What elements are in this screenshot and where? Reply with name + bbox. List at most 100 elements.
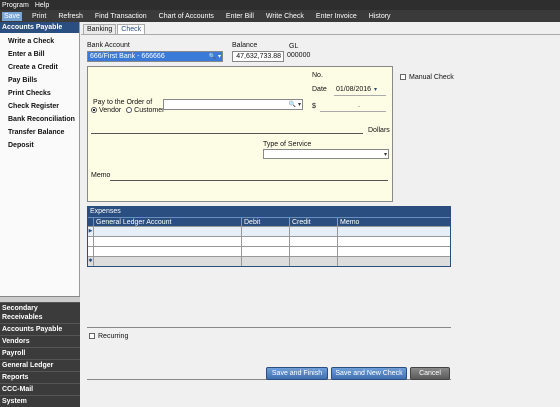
category-secondary-receivables[interactable]: Secondary Receivables [0, 302, 80, 323]
recurring-checkbox[interactable] [89, 333, 95, 340]
cell-gl-account[interactable] [94, 257, 242, 266]
recurring-label: Recurring [98, 333, 129, 340]
col-credit[interactable]: Credit [290, 218, 338, 226]
sidebar-item-transfer-balance[interactable]: Transfer Balance [0, 126, 79, 139]
category-payroll[interactable]: Payroll [0, 347, 80, 359]
save-and-finish-button[interactable]: Save and Finish [266, 367, 328, 380]
toolbar-find-transaction-button[interactable]: Find Transaction [93, 12, 149, 21]
date-underline [334, 95, 386, 96]
toolbar-save-button[interactable]: Save [2, 11, 22, 21]
sidebar-item-enter-bill[interactable]: Enter a Bill [0, 48, 79, 61]
category-general-ledger[interactable]: General Ledger [0, 359, 80, 371]
bank-account-select[interactable]: 666/First Bank - 666666 🔍 ▾ [87, 51, 223, 62]
cell-credit[interactable] [290, 237, 338, 246]
balance-label: Balance [232, 42, 258, 49]
expenses-grid: Expenses General Ledger Account Debit Cr… [87, 206, 451, 267]
manual-check-toggle[interactable]: Manual Check [400, 74, 454, 81]
amount-decimal: . [358, 102, 360, 109]
cell-memo[interactable] [338, 237, 450, 246]
category-accounts-payable[interactable]: Accounts Payable [0, 323, 80, 335]
payee-type-radios: Vendor Customer [91, 107, 164, 114]
recurring-toggle[interactable]: Recurring [89, 333, 128, 340]
sidebar-item-write-check[interactable]: Write a Check [0, 35, 79, 48]
bank-account-value: 666/First Bank - 666666 [90, 53, 165, 60]
toolbar-refresh-button[interactable]: Refresh [56, 12, 85, 21]
table-row[interactable] [88, 236, 450, 246]
cell-credit[interactable] [290, 257, 338, 266]
date-value[interactable]: 01/08/2016 [336, 86, 371, 93]
toolbar: Save Print Refresh Find Transaction Char… [0, 10, 560, 22]
toolbar-print-button[interactable]: Print [30, 12, 48, 21]
sidebar-header: Accounts Payable [0, 22, 79, 33]
balance-field: 47,632,733.88 [232, 51, 284, 62]
menu-program[interactable]: Program [2, 2, 29, 9]
table-row-new[interactable]: ✱ [88, 256, 450, 266]
category-ccc-mail[interactable]: CCC-Mail [0, 383, 80, 395]
vendor-radio[interactable] [91, 107, 97, 114]
date-dropdown-icon[interactable]: ▾ [374, 86, 377, 93]
cancel-button[interactable]: Cancel [410, 367, 450, 380]
toolbar-write-check-button[interactable]: Write Check [264, 12, 306, 21]
dollars-label: Dollars [368, 127, 390, 134]
tab-divider [81, 34, 560, 35]
category-reports[interactable]: Reports [0, 371, 80, 383]
menu-help[interactable]: Help [35, 2, 49, 9]
memo-line[interactable] [110, 180, 388, 181]
cell-memo[interactable] [338, 227, 450, 236]
cell-debit[interactable] [242, 237, 290, 246]
cell-memo[interactable] [338, 257, 450, 266]
cell-gl-account[interactable] [94, 227, 242, 236]
sidebar-item-create-credit[interactable]: Create a Credit [0, 61, 79, 74]
customer-radio[interactable] [126, 107, 133, 114]
sidebar-item-print-checks[interactable]: Print Checks [0, 87, 79, 100]
cell-debit[interactable] [242, 247, 290, 256]
category-vendors[interactable]: Vendors [0, 335, 80, 347]
table-row[interactable] [88, 246, 450, 256]
sidebar-categories: Secondary Receivables Accounts Payable V… [0, 296, 80, 407]
sidebar: Accounts Payable Write a Check Enter a B… [0, 22, 80, 407]
gl-label: GL [289, 43, 299, 50]
gl-value: 000000 [287, 52, 311, 59]
col-memo[interactable]: Memo [338, 218, 450, 226]
check-number-label: No. [312, 72, 323, 79]
sidebar-item-bank-reconciliation[interactable]: Bank Reconciliation [0, 113, 79, 126]
divider-line [87, 327, 451, 328]
payee-input[interactable]: 🔍 ▾ [163, 99, 303, 110]
cell-memo[interactable] [338, 247, 450, 256]
type-of-service-label: Type of Service [263, 141, 312, 148]
category-system[interactable]: System [0, 395, 80, 407]
col-debit[interactable]: Debit [242, 218, 290, 226]
table-row[interactable]: ▶ [88, 226, 450, 236]
sidebar-item-deposit[interactable]: Deposit [0, 139, 79, 152]
sidebar-item-check-register[interactable]: Check Register [0, 100, 79, 113]
cell-debit[interactable] [242, 257, 290, 266]
cell-gl-account[interactable] [94, 237, 242, 246]
cell-credit[interactable] [290, 247, 338, 256]
dollar-sign: $ [312, 103, 316, 110]
bank-account-label: Bank Account [87, 42, 130, 49]
expenses-header-row: General Ledger Account Debit Credit Memo [88, 217, 450, 226]
vendor-radio-label: Vendor [99, 107, 122, 114]
col-gl-account[interactable]: General Ledger Account [94, 218, 242, 226]
cell-debit[interactable] [242, 227, 290, 236]
save-and-new-check-button[interactable]: Save and New Check [331, 367, 407, 380]
check-panel: No. Date 01/08/2016 ▾ Pay to the Order o… [87, 66, 393, 202]
customer-radio-label: Customer [134, 107, 165, 114]
payee-lookup-icon[interactable]: 🔍 ▾ [289, 101, 301, 110]
toolbar-enter-invoice-button[interactable]: Enter Invoice [314, 12, 359, 21]
cell-credit[interactable] [290, 227, 338, 236]
toolbar-history-button[interactable]: History [367, 12, 393, 21]
manual-check-label: Manual Check [409, 74, 454, 81]
toolbar-enter-bill-button[interactable]: Enter Bill [224, 12, 256, 21]
date-label: Date [312, 86, 327, 93]
type-of-service-select[interactable]: ▾ [263, 149, 389, 159]
sidebar-item-pay-bills[interactable]: Pay Bills [0, 74, 79, 87]
main-panel: Banking Check Bank Account 666/First Ban… [81, 22, 560, 407]
manual-check-checkbox[interactable] [400, 74, 406, 81]
written-amount-line [91, 133, 363, 134]
cell-gl-account[interactable] [94, 247, 242, 256]
chevron-down-icon[interactable]: ▾ [384, 151, 387, 160]
chevron-down-icon[interactable]: 🔍 ▾ [209, 53, 221, 62]
amount-underline [320, 111, 386, 112]
toolbar-chart-of-accounts-button[interactable]: Chart of Accounts [157, 12, 216, 21]
